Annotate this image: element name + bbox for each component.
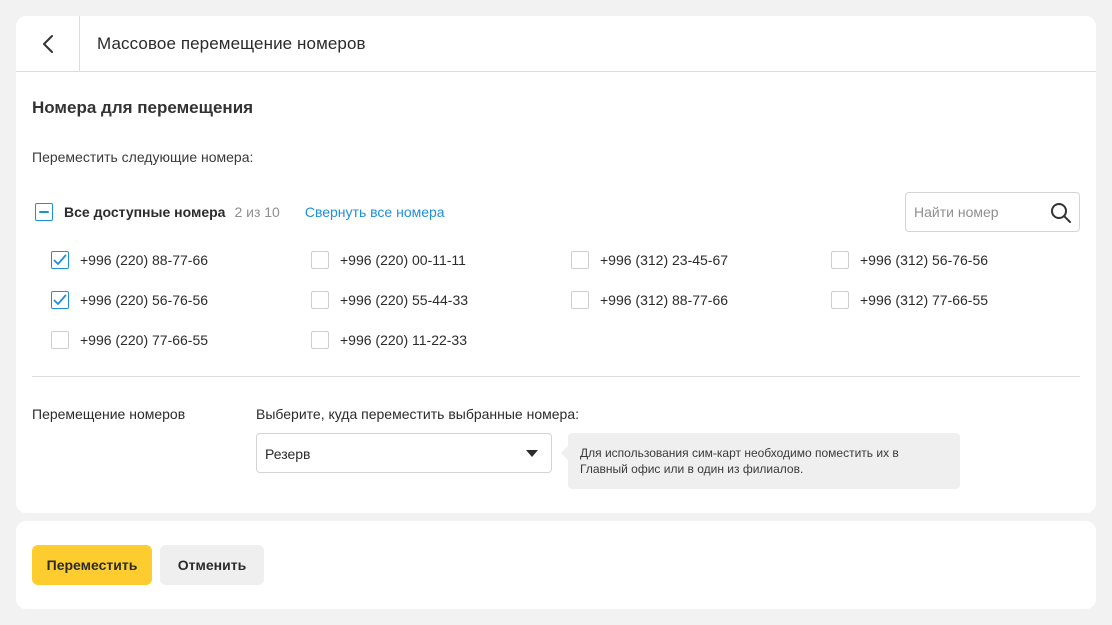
- number-checkbox[interactable]: [51, 291, 69, 309]
- number-label: +996 (220) 55-44-33: [340, 292, 469, 308]
- hint-tooltip: Для использования сим-карт необходимо по…: [561, 433, 960, 489]
- number-item[interactable]: +996 (220) 11-22-33: [311, 331, 467, 349]
- move-section-label: Перемещение номеров: [32, 406, 186, 422]
- move-button[interactable]: Переместить: [32, 545, 152, 585]
- destination-prompt: Выберите, куда переместить выбранные ном…: [256, 406, 579, 422]
- number-checkbox[interactable]: [571, 291, 589, 309]
- move-numbers-card: Массовое перемещение номеров Номера для …: [16, 16, 1096, 513]
- caret-down-icon: [526, 450, 538, 457]
- cancel-button[interactable]: Отменить: [160, 545, 264, 585]
- divider: [32, 376, 1080, 377]
- actions-card: Переместить Отменить: [16, 521, 1096, 609]
- selected-count: 2 из 10: [234, 204, 280, 220]
- chevron-left-icon: [42, 34, 53, 53]
- page-title: Массовое перемещение номеров: [97, 34, 366, 53]
- minus-icon: [39, 211, 49, 213]
- select-all-checkbox[interactable]: [35, 203, 53, 221]
- number-label: +996 (220) 00-11-11: [340, 252, 466, 268]
- section-subtitle: Переместить следующие номера:: [32, 149, 254, 165]
- number-label: +996 (312) 88-77-66: [600, 292, 729, 308]
- hint-text: Для использования сим-карт необходимо по…: [580, 446, 899, 476]
- search-icon[interactable]: [1050, 202, 1072, 224]
- number-item[interactable]: +996 (220) 00-11-11: [311, 251, 466, 269]
- back-button[interactable]: [16, 16, 80, 71]
- number-checkbox[interactable]: [831, 291, 849, 309]
- destination-select-value: Резерв: [265, 446, 311, 462]
- number-item[interactable]: +996 (220) 88-77-66: [51, 251, 208, 269]
- number-label: +996 (312) 77-66-55: [860, 292, 989, 308]
- select-all-row: Все доступные номера 2 из 10 Свернуть вс…: [35, 203, 445, 221]
- number-label: +996 (220) 11-22-33: [340, 332, 467, 348]
- number-label: +996 (220) 56-76-56: [80, 292, 209, 308]
- checkmark-icon: [53, 294, 67, 305]
- search-field: [905, 192, 1080, 232]
- number-checkbox[interactable]: [831, 251, 849, 269]
- collapse-all-link[interactable]: Свернуть все номера: [305, 204, 445, 220]
- number-item[interactable]: +996 (312) 88-77-66: [571, 291, 728, 309]
- number-checkbox[interactable]: [311, 291, 329, 309]
- number-item[interactable]: +996 (312) 56-76-56: [831, 251, 988, 269]
- number-checkbox[interactable]: [311, 251, 329, 269]
- number-checkbox[interactable]: [51, 331, 69, 349]
- number-item[interactable]: +996 (220) 77-66-55: [51, 331, 208, 349]
- number-checkbox[interactable]: [51, 251, 69, 269]
- number-item[interactable]: +996 (312) 77-66-55: [831, 291, 988, 309]
- checkmark-icon: [53, 254, 67, 265]
- number-label: +996 (312) 23-45-67: [600, 252, 729, 268]
- number-label: +996 (220) 88-77-66: [80, 252, 209, 268]
- section-title: Номера для перемещения: [32, 98, 254, 117]
- number-item[interactable]: +996 (220) 55-44-33: [311, 291, 468, 309]
- number-label: +996 (220) 77-66-55: [80, 332, 209, 348]
- search-input[interactable]: [906, 193, 1046, 231]
- number-item[interactable]: +996 (312) 23-45-67: [571, 251, 728, 269]
- destination-select[interactable]: Резерв: [256, 433, 552, 473]
- number-checkbox[interactable]: [571, 251, 589, 269]
- number-item[interactable]: +996 (220) 56-76-56: [51, 291, 208, 309]
- select-all-label: Все доступные номера: [64, 204, 226, 220]
- number-label: +996 (312) 56-76-56: [860, 252, 989, 268]
- page-header: Массовое перемещение номеров: [16, 16, 1096, 72]
- number-checkbox[interactable]: [311, 331, 329, 349]
